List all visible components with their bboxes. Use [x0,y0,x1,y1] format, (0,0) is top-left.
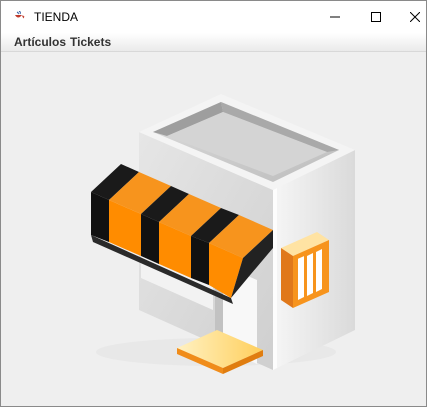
app-window: TIENDA Artículos Tickets [0,0,427,407]
content-area [1,52,426,406]
title-bar[interactable]: TIENDA [1,1,426,33]
close-button[interactable] [397,1,427,33]
store-illustration [91,94,355,374]
window-title: TIENDA [34,10,79,24]
menu-articulos[interactable]: Artículos [14,35,66,49]
minimize-button[interactable] [317,1,353,33]
java-cup-icon [15,11,25,19]
menu-bar: Artículos Tickets [1,33,426,52]
maximize-icon [371,12,381,22]
menu-tickets[interactable]: Tickets [70,35,111,49]
minimize-icon [330,16,340,18]
close-icon [410,12,420,22]
maximize-button[interactable] [358,1,394,33]
